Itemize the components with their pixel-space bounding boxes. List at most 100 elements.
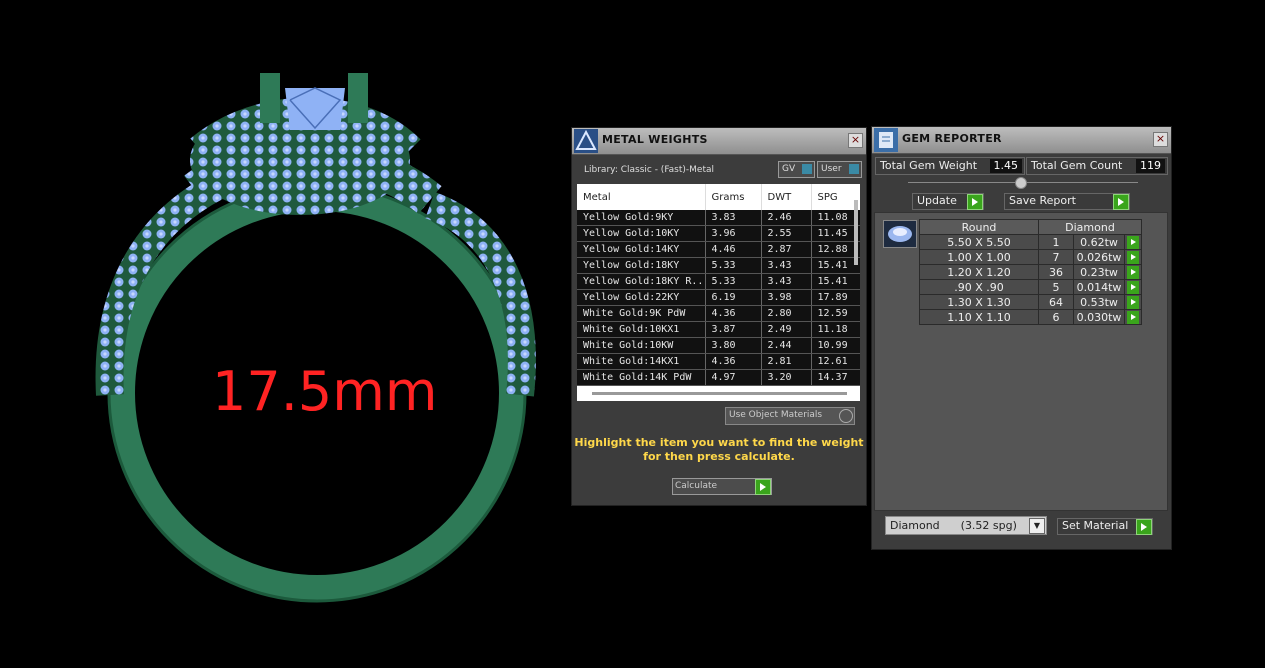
gem-row[interactable]: 5.50 X 5.50 1 0.62tw	[919, 234, 1142, 250]
gem-count: 7	[1038, 249, 1074, 265]
table-row[interactable]: Yellow Gold:22KY 6.19 3.98 17.89	[577, 289, 860, 306]
radio-icon	[839, 409, 853, 423]
table-row[interactable]: White Gold:10KW 3.80 2.44 10.99	[577, 337, 860, 354]
table-row[interactable]: White Gold:10KX1 3.87 2.49 11.18	[577, 321, 860, 338]
gv-toggle[interactable]: GV	[778, 161, 815, 178]
use-object-materials-label: Use Object Materials	[729, 410, 823, 420]
save-report-button[interactable]: Save Report	[1004, 193, 1130, 210]
table-cell: 6.19	[705, 289, 762, 306]
table-row[interactable]: White Gold:14KX1 4.36 2.81 12.61	[577, 353, 860, 370]
update-label: Update	[917, 194, 957, 207]
table-cell: White Gold:14K PdW	[577, 369, 706, 386]
gem-weight: 0.030tw	[1073, 309, 1125, 325]
gem-row-action[interactable]	[1124, 309, 1142, 325]
table-cell: 2.55	[761, 225, 812, 242]
total-gem-count-field: Total Gem Count 119	[1026, 157, 1168, 175]
table-cell: 4.97	[705, 369, 762, 386]
table-cell: 5.33	[705, 257, 762, 274]
gem-row[interactable]: 1.30 X 1.30 64 0.53tw	[919, 294, 1142, 310]
gv-toggle-label: GV	[782, 164, 796, 174]
gem-row-action[interactable]	[1124, 279, 1142, 295]
gem-row-action[interactable]	[1124, 294, 1142, 310]
metal-weights-titlebar[interactable]: METAL WEIGHTS ×	[572, 128, 866, 155]
play-icon	[1127, 235, 1139, 249]
gem-reporter-titlebar[interactable]: GEM REPORTER ×	[872, 127, 1171, 154]
calculate-button[interactable]: Calculate	[672, 478, 772, 495]
table-cell: 3.87	[705, 321, 762, 338]
table-row[interactable]: White Gold:14K PdW 4.97 3.20 14.37	[577, 369, 860, 386]
table-cell: 5.33	[705, 273, 762, 290]
table-cell: 3.43	[761, 273, 812, 290]
play-icon	[1127, 310, 1139, 324]
total-gem-weight-field: Total Gem Weight 1.45	[875, 157, 1025, 175]
table-row[interactable]: White Gold:9K PdW 4.36 2.80 12.59	[577, 305, 860, 322]
total-gem-count-value: 119	[1136, 159, 1165, 173]
total-gem-weight-label: Total Gem Weight	[880, 159, 978, 172]
table-cell: 3.83	[705, 210, 762, 226]
table-cell: White Gold:10KW	[577, 337, 706, 354]
use-object-materials-toggle[interactable]: Use Object Materials	[725, 407, 855, 425]
metal-table[interactable]: Metal Grams DWT SPG Yellow Gold:9KY 3.83 2.46…	[577, 184, 860, 401]
table-cell: 4.36	[705, 305, 762, 322]
vertical-scrollbar[interactable]	[854, 200, 858, 265]
gem-count: 1	[1038, 234, 1074, 250]
table-row[interactable]: Yellow Gold:14KY 4.46 2.87 12.88	[577, 241, 860, 258]
table-cell: 4.36	[705, 353, 762, 370]
gem-row-action[interactable]	[1124, 249, 1142, 265]
table-cell: Yellow Gold:18KY R...	[577, 273, 706, 290]
column-header[interactable]: Metal	[577, 184, 706, 210]
table-cell: 15.41	[811, 273, 860, 290]
table-cell: 11.08	[811, 210, 860, 226]
column-header[interactable]: DWT	[761, 184, 812, 210]
table-row[interactable]: Yellow Gold:9KY 3.83 2.46 11.08	[577, 210, 860, 226]
gem-row[interactable]: 1.20 X 1.20 36 0.23tw	[919, 264, 1142, 280]
hint-line-1: Highlight the item you want to find the …	[574, 436, 864, 449]
close-icon[interactable]: ×	[848, 133, 863, 148]
hint-line-2: for then press calculate.	[643, 450, 795, 463]
set-material-button[interactable]: Set Material	[1057, 518, 1153, 535]
column-header[interactable]: Grams	[705, 184, 762, 210]
update-button[interactable]: Update	[912, 193, 984, 210]
viewport[interactable]: 17.5mm	[0, 0, 565, 668]
gem-row[interactable]: 1.00 X 1.00 7 0.026tw	[919, 249, 1142, 265]
metal-weights-icon	[574, 129, 598, 153]
gem-row[interactable]: .90 X .90 5 0.014tw	[919, 279, 1142, 295]
column-header[interactable]: SPG	[811, 184, 860, 210]
table-cell: White Gold:9K PdW	[577, 305, 706, 322]
set-material-label: Set Material	[1062, 519, 1129, 532]
gem-row-action[interactable]	[1124, 234, 1142, 250]
gem-row[interactable]: 1.10 X 1.10 6 0.030tw	[919, 309, 1142, 325]
metal-weights-title: METAL WEIGHTS	[602, 133, 708, 146]
total-gem-count-label: Total Gem Count	[1031, 159, 1123, 172]
metal-weights-panel: METAL WEIGHTS × Library: Classic - (Fast…	[571, 127, 867, 506]
horizontal-scrollbar[interactable]	[592, 392, 847, 395]
ring-model[interactable]	[0, 0, 565, 668]
table-cell: 3.80	[705, 337, 762, 354]
gem-table[interactable]: Round Diamond 5.50 X 5.50 1 0.62tw 1.00 X 1…	[919, 219, 1142, 325]
table-cell: 11.18	[811, 321, 860, 338]
material-header: Diamond	[1038, 219, 1142, 235]
table-cell: 2.87	[761, 241, 812, 258]
play-icon	[1127, 250, 1139, 264]
play-icon	[1127, 280, 1139, 294]
table-row[interactable]: Yellow Gold:10KY 3.96 2.55 11.45	[577, 225, 860, 242]
table-cell: 12.88	[811, 241, 860, 258]
total-gem-weight-value: 1.45	[989, 159, 1022, 173]
table-row[interactable]: Yellow Gold:18KY 5.33 3.43 15.41	[577, 257, 860, 274]
user-toggle[interactable]: User	[817, 161, 862, 178]
play-icon	[1127, 295, 1139, 309]
close-icon[interactable]: ×	[1153, 132, 1168, 147]
gem-size: 1.00 X 1.00	[919, 249, 1039, 265]
material-select[interactable]: Diamond (3.52 spg) ▼	[885, 516, 1047, 535]
ring-size-measurement: 17.5mm	[212, 360, 438, 423]
gem-size: .90 X .90	[919, 279, 1039, 295]
chevron-down-icon[interactable]: ▼	[1029, 518, 1045, 534]
gem-count: 64	[1038, 294, 1074, 310]
table-cell: Yellow Gold:9KY	[577, 210, 706, 226]
collapse-knob[interactable]	[1015, 177, 1027, 189]
gem-reporter-icon	[874, 128, 898, 152]
table-cell: 3.20	[761, 369, 812, 386]
table-row[interactable]: Yellow Gold:18KY R... 5.33 3.43 15.41	[577, 273, 860, 290]
user-toggle-label: User	[821, 164, 842, 174]
gem-row-action[interactable]	[1124, 264, 1142, 280]
